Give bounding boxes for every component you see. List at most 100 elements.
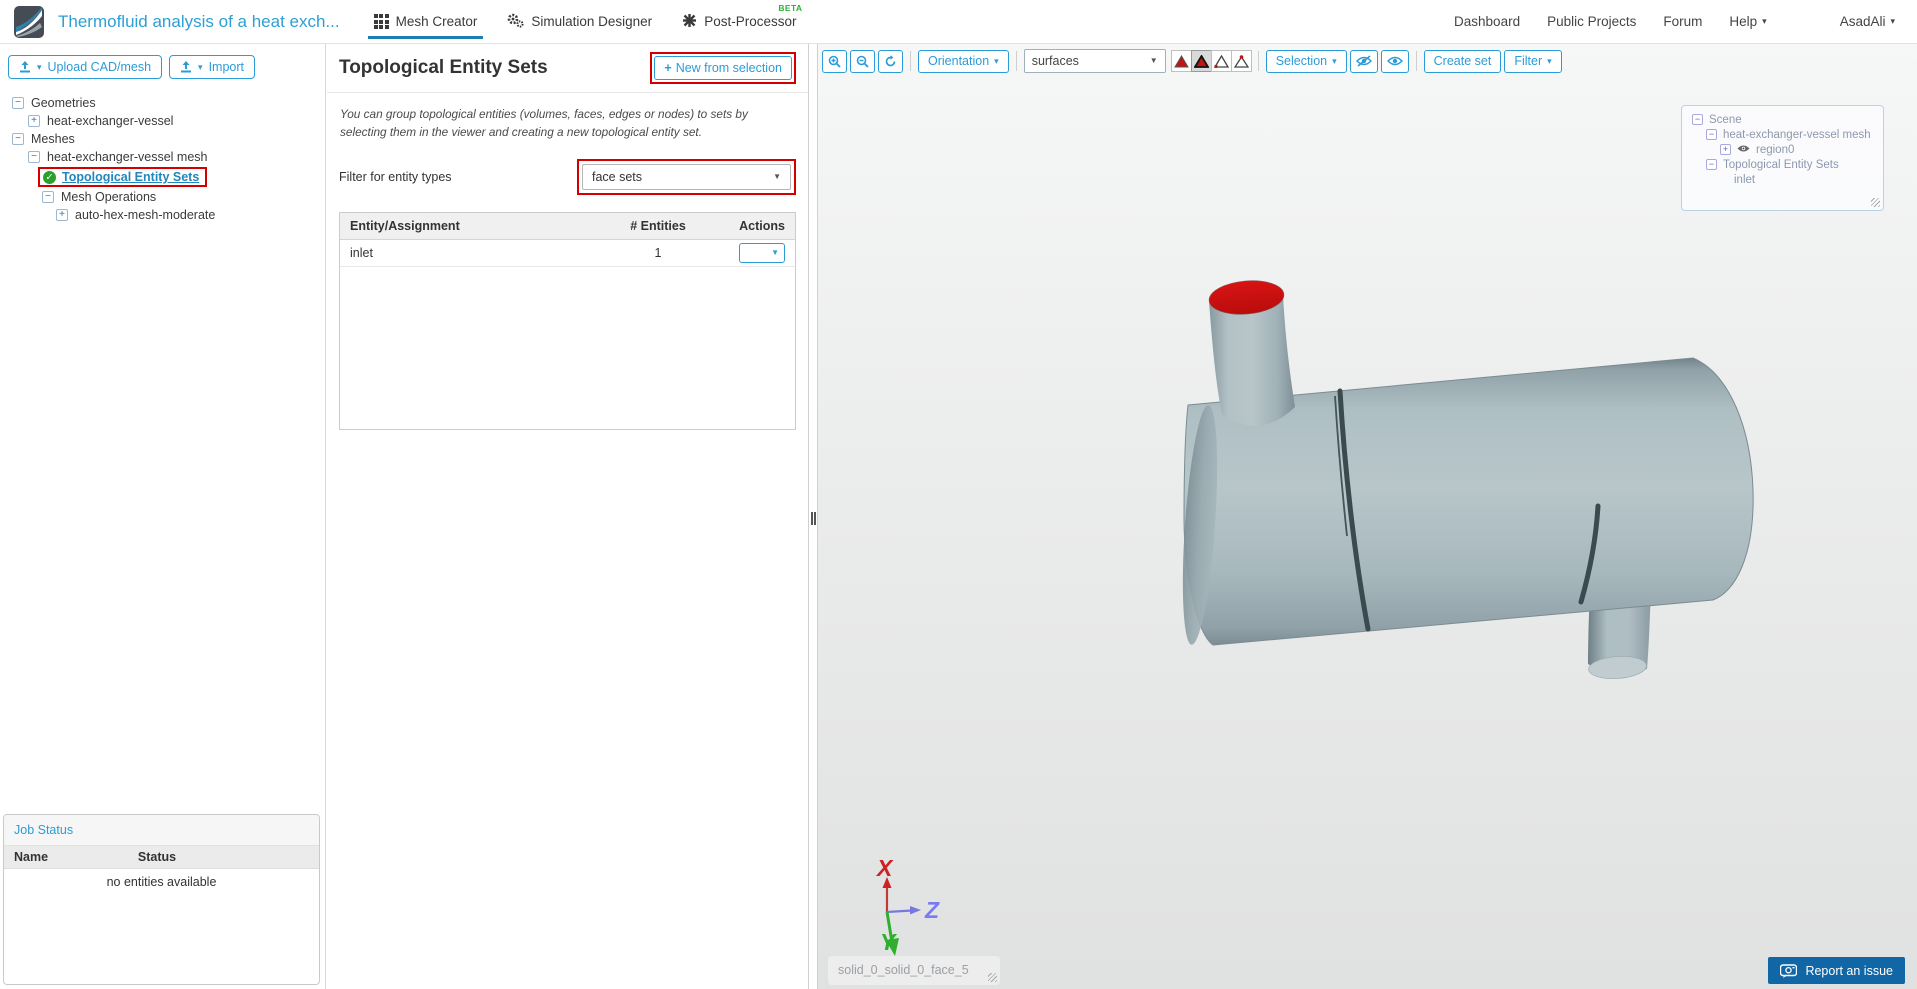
annotation-red-box: face sets ▼ xyxy=(577,159,796,196)
collapse-icon[interactable]: − xyxy=(1706,159,1717,170)
y-axis-label: Y xyxy=(880,929,898,955)
chevron-down-icon: ▼ xyxy=(1149,56,1158,65)
reset-view-button[interactable] xyxy=(878,49,903,73)
gears-icon xyxy=(507,13,524,31)
col-entity-assignment: Entity/Assignment xyxy=(350,219,460,234)
processor-icon xyxy=(682,13,697,31)
entity-type-select[interactable]: face sets ▼ xyxy=(582,164,791,191)
camera-feedback-icon xyxy=(1780,963,1798,978)
collapse-icon[interactable]: − xyxy=(12,133,24,145)
nav-forum[interactable]: Forum xyxy=(1663,14,1702,29)
nav-help-menu[interactable]: Help ▾ xyxy=(1729,14,1766,29)
expand-icon[interactable]: + xyxy=(56,209,68,221)
scene-node-set-inlet[interactable]: inlet xyxy=(1734,172,1875,187)
tab-label: Simulation Designer xyxy=(531,14,653,29)
tree-node-mesh-operations[interactable]: − Mesh Operations xyxy=(42,188,319,206)
table-row[interactable]: inlet 1 ▼ xyxy=(340,240,795,268)
upload-cad-mesh-button[interactable]: ▾ Upload CAD/mesh xyxy=(8,55,163,79)
entity-type-selected-value: face sets xyxy=(592,170,643,185)
job-status-empty-text: no entities available xyxy=(106,875,217,889)
new-from-selection-button[interactable]: + New from selection xyxy=(654,56,792,80)
tab-label: Mesh Creator xyxy=(395,14,478,29)
inlet-pipe[interactable] xyxy=(1208,278,1295,426)
eye-icon[interactable] xyxy=(1737,144,1750,156)
resize-handle-icon xyxy=(988,973,997,982)
toolbar-separator xyxy=(1257,51,1259,71)
entity-sets-table: Entity/Assignment # Entities Actions inl… xyxy=(339,212,796,431)
render-surfaces-button[interactable] xyxy=(1170,50,1192,72)
filter-dropdown[interactable]: Filter ▾ xyxy=(1504,49,1562,73)
chevron-down-icon: ▾ xyxy=(1547,55,1552,66)
tree-node-meshes[interactable]: − Meshes xyxy=(12,130,319,148)
display-mode-select[interactable]: surfaces ▼ xyxy=(1023,49,1166,73)
collapse-icon[interactable]: − xyxy=(1706,129,1717,140)
job-status-title: Job Status xyxy=(4,815,319,846)
hovered-face-name-field[interactable]: solid_0_solid_0_face_5 xyxy=(828,956,1000,985)
toolbar-separator xyxy=(910,51,911,71)
scene-tree-overlay: − Scene − heat-exchanger-vessel mesh + r… xyxy=(1681,105,1884,211)
orientation-dropdown[interactable]: Orientation ▾ xyxy=(918,49,1009,73)
chevron-down-icon: ▼ xyxy=(773,172,781,182)
resize-handle-icon[interactable] xyxy=(1871,198,1880,207)
filter-entity-types-label: Filter for entity types xyxy=(339,170,452,185)
expand-icon[interactable]: + xyxy=(1720,144,1731,155)
chevron-down-icon: ▾ xyxy=(1762,16,1767,26)
top-header: Thermofluid analysis of a heat exch... M… xyxy=(0,0,1917,44)
nav-dashboard[interactable]: Dashboard xyxy=(1454,14,1520,29)
hide-selection-button[interactable] xyxy=(1349,49,1378,73)
project-title: Thermofluid analysis of a heat exch... xyxy=(58,11,340,31)
topological-entity-sets-panel: Topological Entity Sets + New from selec… xyxy=(327,44,808,989)
render-wireframe-button[interactable] xyxy=(1210,50,1232,72)
collapse-icon[interactable]: − xyxy=(12,97,24,109)
tree-node-topological-entity-sets[interactable]: ✓ Topological Entity Sets xyxy=(6,166,319,188)
app-logo-icon[interactable] xyxy=(14,5,44,38)
collapse-icon[interactable]: − xyxy=(28,151,40,163)
selection-dropdown[interactable]: Selection ▾ xyxy=(1265,49,1347,73)
zoom-in-button[interactable] xyxy=(822,49,847,73)
collapse-icon[interactable]: − xyxy=(42,191,54,203)
scene-node-sets-group[interactable]: − Topological Entity Sets xyxy=(1706,157,1875,172)
actions-dropdown[interactable]: ▼ xyxy=(739,243,785,264)
show-all-button[interactable] xyxy=(1380,49,1409,73)
scene-node-mesh[interactable]: − heat-exchanger-vessel mesh xyxy=(1706,127,1875,142)
entity-count: 1 xyxy=(654,246,662,261)
tab-post-processor[interactable]: BETA Post-Processor xyxy=(682,0,802,44)
tree-node-geometry-item[interactable]: + heat-exchanger-vessel xyxy=(28,112,319,130)
toolbar-separator xyxy=(1015,51,1017,71)
user-menu[interactable]: AsadAli ▾ xyxy=(1840,14,1895,29)
entity-set-name: inlet xyxy=(350,246,373,261)
tree-node-operation-item[interactable]: + auto-hex-mesh-moderate xyxy=(56,206,319,224)
tree-node-geometries[interactable]: − Geometries xyxy=(12,94,319,112)
panel-description: You can group topological entities (volu… xyxy=(340,107,748,139)
page-title: Topological Entity Sets xyxy=(339,57,548,78)
nav-public-projects[interactable]: Public Projects xyxy=(1547,14,1636,29)
tree-node-mesh-item[interactable]: − heat-exchanger-vessel mesh xyxy=(28,148,319,166)
chevron-down-icon: ▾ xyxy=(37,61,42,72)
plus-icon: + xyxy=(664,61,672,75)
tab-mesh-creator[interactable]: Mesh Creator xyxy=(367,0,484,44)
left-sidebar: ▾ Upload CAD/mesh ▾ Import − Geometries … xyxy=(0,44,326,989)
scene-node-root[interactable]: − Scene xyxy=(1692,112,1875,127)
col-actions: Actions xyxy=(739,219,785,234)
splitter-grip-icon xyxy=(811,512,816,525)
render-points-button[interactable] xyxy=(1230,50,1252,72)
collapse-icon[interactable]: − xyxy=(1692,114,1703,125)
create-set-button[interactable]: Create set xyxy=(1423,49,1502,73)
3d-viewer[interactable]: Orientation ▾ surfaces ▼ Selection ▾ Cre… xyxy=(818,44,1917,989)
expand-icon[interactable]: + xyxy=(28,115,40,127)
display-mode-value: surfaces xyxy=(1031,54,1079,68)
z-axis-label: Z xyxy=(924,897,940,923)
tab-simulation-designer[interactable]: Simulation Designer xyxy=(507,0,652,44)
scene-node-region[interactable]: + region0 xyxy=(1720,142,1875,157)
job-status-panel: Job Status Name Status no entities avail… xyxy=(3,814,320,985)
render-surfaces-edges-button[interactable] xyxy=(1190,50,1212,72)
app-tabs: Mesh Creator Simulation Designer BETA Po… xyxy=(367,0,802,44)
chevron-down-icon: ▾ xyxy=(1332,55,1337,66)
zoom-out-button[interactable] xyxy=(850,49,875,73)
render-mode-group xyxy=(1170,50,1252,72)
grid-icon xyxy=(373,14,389,29)
panel-splitter[interactable] xyxy=(808,44,818,989)
report-issue-button[interactable]: Report an issue xyxy=(1768,957,1905,984)
top-nav: Dashboard Public Projects Forum Help ▾ A… xyxy=(1454,14,1903,29)
import-button[interactable]: ▾ Import xyxy=(169,55,256,79)
